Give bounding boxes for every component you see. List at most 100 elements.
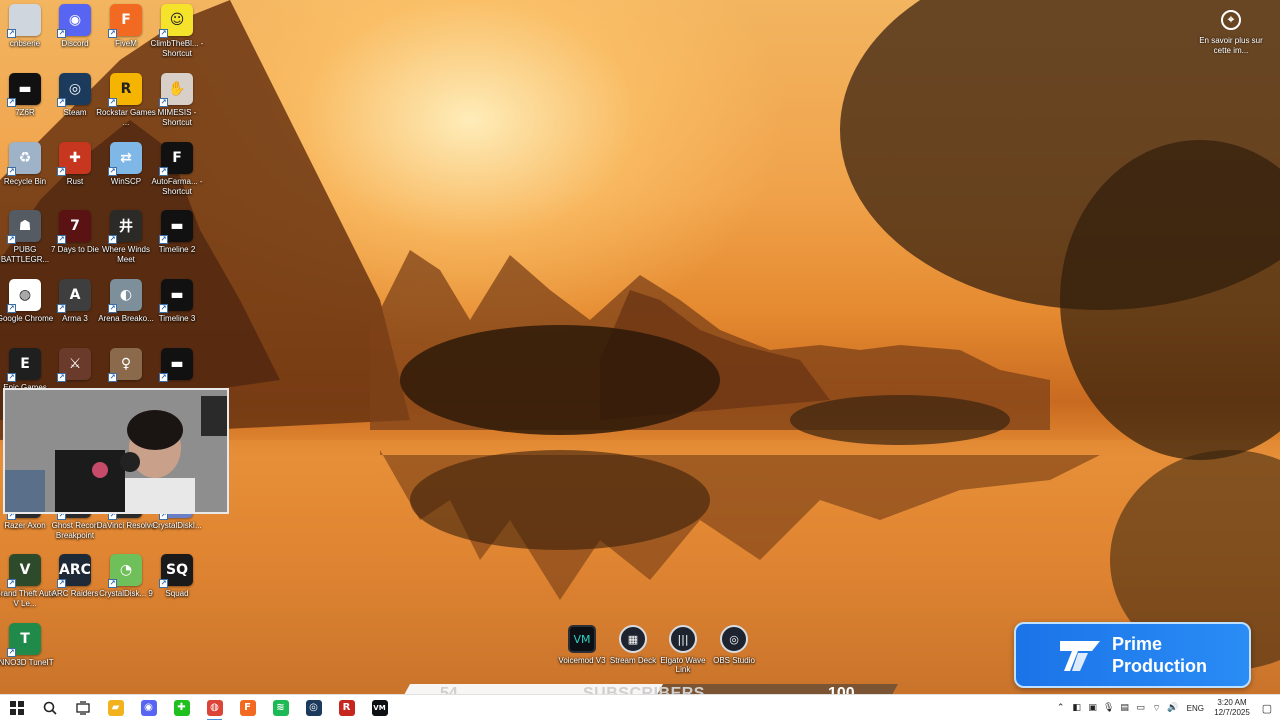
prime-logo-icon bbox=[1060, 641, 1100, 671]
desktop-icon[interactable]: ▬ ↗ Timeline 2 bbox=[144, 210, 210, 255]
taskbar-app[interactable]: ▰ bbox=[99, 695, 132, 720]
shortcut-arrow-icon: ↗ bbox=[7, 98, 16, 107]
desktop-icon-label: 7Z6R bbox=[15, 108, 35, 117]
shortcut-arrow-icon: ↗ bbox=[159, 304, 168, 313]
tray-app-icon[interactable]: ▣ bbox=[1085, 703, 1101, 713]
gta-icon: V ↗ bbox=[7, 554, 41, 588]
dock-item[interactable]: VM Voicemod V3 bbox=[556, 625, 608, 665]
network-icon[interactable]: ▭ bbox=[1133, 703, 1149, 713]
where-winds-meet-icon: 井 ↗ bbox=[108, 210, 142, 244]
microphone-icon[interactable]: 🎙 bbox=[1101, 703, 1117, 713]
search-button[interactable] bbox=[33, 695, 66, 720]
autofarm-icon: F ↗ bbox=[159, 142, 193, 176]
mimesis-icon: ✋ ↗ bbox=[159, 73, 193, 107]
chrome-icon: ◍ ↗ bbox=[7, 279, 41, 313]
taskbar-app[interactable]: VM bbox=[363, 695, 396, 720]
fivem-icon: F bbox=[239, 699, 256, 716]
dock-item-label: Stream Deck bbox=[609, 656, 657, 665]
shortcut-arrow-icon: ↗ bbox=[57, 373, 66, 382]
voicemod-icon: VM bbox=[371, 699, 388, 716]
shortcut-arrow-icon: ↗ bbox=[159, 579, 168, 588]
webcam-feed bbox=[5, 390, 227, 512]
razer-icon: ✚ bbox=[173, 699, 190, 716]
shortcut-arrow-icon: ↗ bbox=[7, 235, 16, 244]
shortcut-arrow-icon: ↗ bbox=[57, 167, 66, 176]
shortcut-arrow-icon: ↗ bbox=[108, 579, 117, 588]
wifi-icon[interactable]: ⌔ bbox=[1149, 703, 1165, 714]
steam-icon: ◎ bbox=[305, 699, 322, 716]
inno3d-icon: T ↗ bbox=[7, 623, 41, 657]
desktop-icon[interactable]: ✋ ↗ MIMESIS - Shortcut bbox=[144, 73, 210, 128]
taskbar-app[interactable]: ≋ bbox=[264, 695, 297, 720]
discord-icon: ◉ bbox=[140, 699, 157, 716]
tray-app-icon[interactable]: ▤ bbox=[1117, 703, 1133, 713]
desktop-icon-label: Squad bbox=[165, 589, 189, 598]
smiley-icon: ☺ ↗ bbox=[159, 4, 193, 38]
crystaldisk-icon: ◔↗ bbox=[108, 554, 142, 588]
notification-icon[interactable]: ▢ bbox=[1254, 702, 1280, 715]
task-view-button[interactable] bbox=[66, 695, 99, 720]
stream-deck-icon: ▦ bbox=[619, 625, 647, 653]
shortcut-arrow-icon: ↗ bbox=[159, 29, 168, 38]
start-button[interactable] bbox=[0, 695, 33, 720]
shortcut-arrow-icon: ↗ bbox=[108, 235, 117, 244]
desktop-icon-label: Steam bbox=[63, 108, 87, 117]
shortcut-arrow-icon: ↗ bbox=[7, 373, 16, 382]
desktop-icon[interactable]: ▬ ↗ Timeline 3 bbox=[144, 279, 210, 324]
chevron-up-icon[interactable]: ⌃ bbox=[1053, 703, 1069, 713]
desktop-icon-label: AutoFarma... - Shortcut bbox=[151, 177, 203, 196]
learn-more-widget[interactable]: ⌖ En savoir plus sur cette im... bbox=[1196, 10, 1266, 56]
dock-item[interactable]: ||| Elgato Wave Link bbox=[657, 625, 709, 674]
desktop-icon-label: ClimbTheBl... - Shortcut bbox=[150, 39, 204, 58]
webcam-overlay bbox=[3, 388, 229, 514]
desktop-icon[interactable]: ☺ ↗ ClimbTheBl... - Shortcut bbox=[144, 4, 210, 59]
game-icon: ⚔ ↗ bbox=[57, 348, 91, 382]
shortcut-arrow-icon: ↗ bbox=[108, 304, 117, 313]
taskbar-app[interactable]: ◉ bbox=[132, 695, 165, 720]
clock-date: 12/7/2025 bbox=[1214, 708, 1250, 717]
squad-icon: SQ ↗ bbox=[159, 554, 193, 588]
arena-breakout-icon: ◐ ↗ bbox=[108, 279, 142, 313]
windows-icon bbox=[9, 700, 24, 715]
obs-icon: ◎ bbox=[720, 625, 748, 653]
desktop-icon[interactable]: F ↗ AutoFarma... - Shortcut bbox=[144, 142, 210, 197]
desktop-icon-label: 7 Days to Die bbox=[50, 245, 100, 254]
camera-icon[interactable]: ⌖ bbox=[1221, 10, 1241, 30]
shortcut-arrow-icon: ↗ bbox=[108, 167, 117, 176]
shortcut-arrow-icon: ↗ bbox=[7, 304, 16, 313]
taskbar-app[interactable]: R bbox=[330, 695, 363, 720]
timeline-icon: ▬ ↗ bbox=[159, 279, 193, 313]
clock[interactable]: 3:20 AM 12/7/2025 bbox=[1210, 698, 1254, 718]
desktop-icon[interactable]: ▬ ↗ bbox=[144, 348, 210, 382]
shortcut-arrow-icon: ↗ bbox=[108, 98, 117, 107]
dock-item[interactable]: ▦ Stream Deck bbox=[607, 625, 659, 665]
desktop-icon[interactable]: SQ ↗ Squad bbox=[144, 554, 210, 599]
epic-games-icon: E ↗ bbox=[7, 348, 41, 382]
chrome-icon: ◍ bbox=[206, 699, 223, 716]
desktop-icon-label: Discord bbox=[61, 39, 89, 48]
taskbar-apps: ▰ ◉ ✚ ◍ F ≋ ◎ R VM bbox=[99, 695, 396, 720]
dock-item[interactable]: ◎ OBS Studio bbox=[708, 625, 760, 665]
steam-icon: ◎ ↗ bbox=[57, 73, 91, 107]
volume-icon[interactable]: 🔊 bbox=[1165, 703, 1181, 713]
shortcut-arrow-icon: ↗ bbox=[57, 304, 66, 313]
desktop-icon-label: Timeline 3 bbox=[158, 314, 196, 323]
taskbar-app[interactable]: F bbox=[231, 695, 264, 720]
search-icon bbox=[43, 701, 57, 715]
tray-app-icon[interactable]: ◧ bbox=[1069, 703, 1085, 713]
recycle-bin-icon: ♻ ↗ bbox=[7, 142, 41, 176]
clock-time: 3:20 AM bbox=[1217, 698, 1247, 707]
spotify-icon: ≋ bbox=[272, 699, 289, 716]
timeline-icon: ▬ ↗ bbox=[159, 210, 193, 244]
voicemod-icon: VM bbox=[568, 625, 596, 653]
7-days-to-die-icon: 7 ↗ bbox=[57, 210, 91, 244]
desktop-icon[interactable]: T ↗ INNO3D TuneIT bbox=[0, 623, 58, 668]
taskbar-app[interactable]: ✚ bbox=[165, 695, 198, 720]
dock-item-label: Voicemod V3 bbox=[558, 656, 606, 665]
taskbar-app[interactable]: ◎ bbox=[297, 695, 330, 720]
rockstar-icon: R bbox=[338, 699, 355, 716]
app-window-icon: ▬ ↗ bbox=[7, 73, 41, 107]
taskbar-app[interactable]: ◍ bbox=[198, 695, 231, 720]
language-indicator[interactable]: ENG bbox=[1187, 704, 1204, 713]
shortcut-arrow-icon: ↗ bbox=[7, 29, 16, 38]
